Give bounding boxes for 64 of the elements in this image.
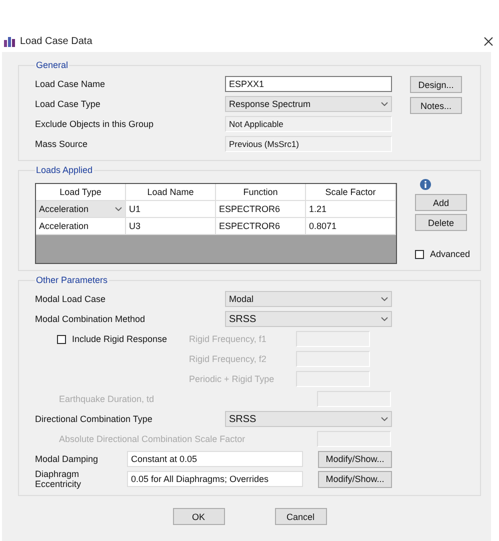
field-label: Modal Combination Method: [35, 314, 146, 324]
input-field[interactable]: [296, 371, 370, 387]
caret-icon: [381, 297, 388, 301]
dropdown[interactable]: Modal: [225, 291, 392, 307]
info-icon[interactable]: [420, 179, 431, 190]
group-legend: Other Parameters: [35, 275, 109, 285]
readonly-field: Not Applicable: [225, 116, 392, 132]
dialog-button[interactable]: Cancel: [274, 508, 326, 525]
field-label: Directional Combination Type: [35, 414, 154, 424]
field-label: Periodic + Rigid Type: [189, 374, 276, 384]
app-icon: [4, 36, 16, 47]
dialog-button[interactable]: Delete: [415, 214, 467, 231]
group-legend: Loads Applied: [35, 165, 94, 175]
modify-show-button[interactable]: Modify/Show...: [318, 450, 392, 468]
column-header: Function: [216, 184, 306, 200]
column-header: Load Name: [126, 184, 216, 200]
field-label: Diaphragm Eccentricity: [35, 469, 82, 489]
checkbox[interactable]: [57, 334, 66, 344]
dropdown[interactable]: SRSS: [225, 411, 392, 427]
dropdown[interactable]: Acceleration: [36, 201, 126, 217]
checkbox[interactable]: [415, 250, 424, 258]
input-field[interactable]: [296, 331, 370, 347]
column-header: Scale Factor: [306, 184, 396, 200]
group-legend: General: [35, 60, 70, 70]
close-icon[interactable]: [484, 37, 493, 46]
input-field[interactable]: ESPXX1: [225, 76, 392, 92]
field-label: Rigid Frequency, f2: [189, 354, 268, 364]
field-label: Rigid Frequency, f1: [189, 334, 268, 344]
caret-icon: [381, 317, 388, 321]
readonly-field: Constant at 0.05: [127, 451, 303, 467]
caret-icon: [115, 207, 122, 211]
field-label: Earthquake Duration, td: [58, 394, 156, 404]
table-cell: ESPECTROR6: [216, 201, 306, 217]
checkbox-label: Include Rigid Response: [72, 334, 168, 344]
readonly-field: 0.05 for All Diaphragms; Overrides: [127, 471, 303, 487]
readonly-field: Previous (MsSrc1): [225, 136, 392, 152]
dialog-button[interactable]: Add: [415, 194, 467, 211]
dropdown[interactable]: SRSS: [225, 311, 392, 327]
column-header: Load Type: [36, 184, 126, 200]
field-label: Modal Load Case: [35, 294, 107, 304]
dialog-button[interactable]: OK: [172, 508, 224, 525]
field-label: Exclude Objects in this Group: [35, 119, 155, 129]
table-cell: ESPECTROR6: [216, 218, 306, 234]
dialog-button[interactable]: Design...: [410, 76, 462, 93]
field-label: Mass Source: [35, 139, 89, 149]
dialog-button[interactable]: Notes...: [410, 97, 462, 114]
caret-icon: [381, 417, 388, 421]
table-cell: U1: [126, 201, 216, 217]
table-cell: 1.21: [306, 201, 396, 217]
table-cell: Acceleration: [36, 218, 126, 234]
field-label: Modal Damping: [35, 454, 100, 464]
table-cell: 0.8071: [306, 218, 396, 234]
input-field[interactable]: [296, 351, 370, 367]
field-label: Load Case Type: [35, 99, 102, 109]
input-field[interactable]: [317, 431, 391, 447]
modify-show-button[interactable]: Modify/Show...: [318, 470, 392, 488]
field-label: Load Case Name: [35, 79, 106, 89]
input-field[interactable]: [317, 391, 391, 407]
dropdown[interactable]: Response Spectrum: [225, 96, 392, 112]
checkbox-label: Advanced: [430, 249, 470, 259]
field-label: Absolute Directional Combination Scale Factor: [58, 434, 246, 444]
table-cell: U3: [126, 218, 216, 234]
window-title: Load Case Data: [20, 36, 92, 47]
caret-icon: [381, 102, 388, 106]
